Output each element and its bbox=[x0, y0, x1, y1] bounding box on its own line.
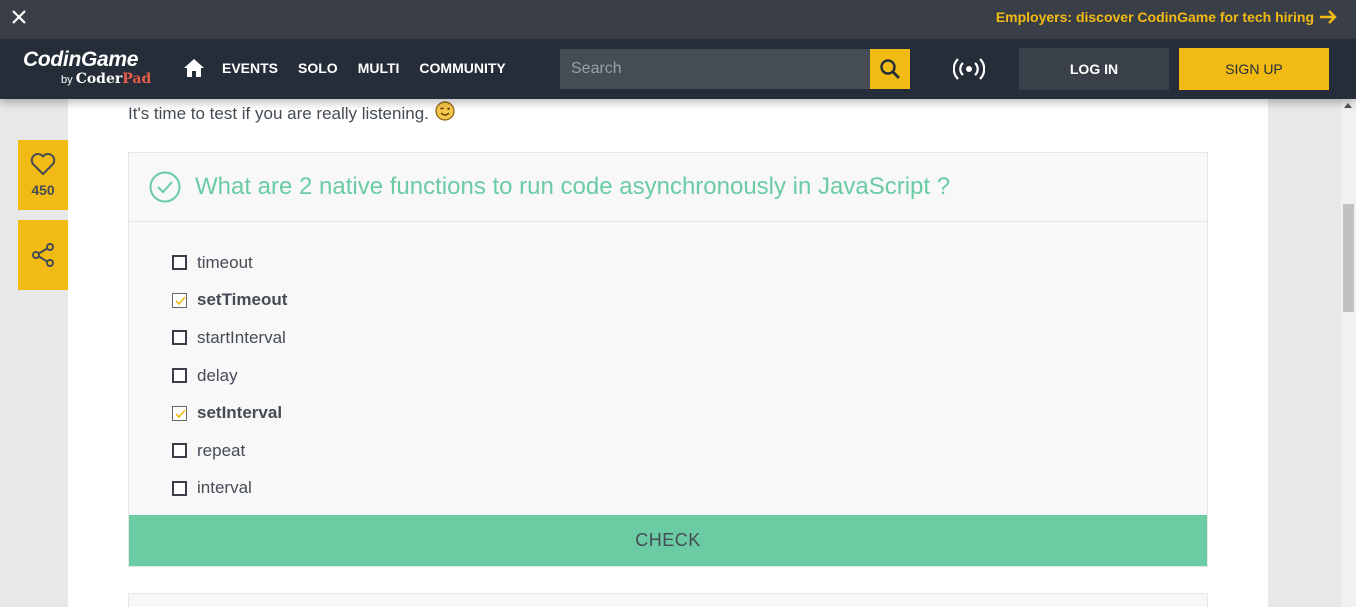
option-label: setInterval bbox=[197, 403, 283, 423]
option-repeat[interactable]: repeat bbox=[172, 432, 1207, 470]
close-icon[interactable] bbox=[8, 6, 30, 28]
check-circle-icon bbox=[149, 171, 181, 203]
employers-text[interactable]: Employers: discover CodinGame for tech h… bbox=[996, 9, 1314, 25]
option-label: delay bbox=[197, 365, 238, 385]
option-settimeout[interactable]: setTimeout bbox=[172, 282, 1207, 320]
heart-icon bbox=[30, 153, 56, 175]
logo-wordmark: CodinGame bbox=[23, 48, 139, 71]
like-count: 450 bbox=[31, 182, 55, 198]
checkmark-icon bbox=[175, 296, 186, 306]
broadcast-icon[interactable] bbox=[953, 58, 985, 80]
checkbox-checked[interactable] bbox=[172, 405, 187, 421]
option-timeout[interactable]: timeout bbox=[172, 244, 1207, 282]
quiz-card: What are 2 native functions to run code … bbox=[128, 152, 1208, 567]
employer-banner: Employers: discover CodinGame for tech h… bbox=[0, 0, 1356, 39]
page-scrollbar[interactable] bbox=[1341, 99, 1356, 607]
checkmark-icon bbox=[175, 409, 186, 418]
menu-solo[interactable]: SOLO bbox=[298, 60, 338, 76]
option-label: setTimeout bbox=[197, 290, 288, 310]
home-icon[interactable] bbox=[183, 58, 205, 78]
scroll-up-arrow-icon[interactable] bbox=[1344, 103, 1352, 108]
quiz-options: timeout setTimeout startInterval delay s… bbox=[129, 222, 1207, 507]
option-setinterval[interactable]: setInterval bbox=[172, 394, 1207, 432]
signup-button[interactable]: SIGN UP bbox=[1179, 48, 1329, 90]
check-button[interactable]: CHECK bbox=[129, 515, 1207, 566]
intro-text: It's time to test if you are really list… bbox=[128, 101, 455, 126]
checkbox[interactable] bbox=[172, 368, 187, 384]
menu-community[interactable]: COMMUNITY bbox=[419, 60, 505, 76]
codingame-logo[interactable]: CodinGame by CoderPad bbox=[23, 48, 163, 92]
checkbox[interactable] bbox=[172, 443, 187, 459]
option-startinterval[interactable]: startInterval bbox=[172, 319, 1207, 357]
option-label: timeout bbox=[197, 252, 253, 272]
option-delay[interactable]: delay bbox=[172, 357, 1207, 395]
like-button[interactable]: 450 bbox=[18, 140, 68, 210]
checkbox-checked[interactable] bbox=[172, 292, 187, 308]
checkbox[interactable] bbox=[172, 480, 187, 496]
checkbox[interactable] bbox=[172, 330, 187, 346]
employers-link[interactable]: Employers: discover CodinGame for tech h… bbox=[996, 9, 1338, 25]
option-label: interval bbox=[197, 478, 252, 498]
share-button[interactable] bbox=[18, 220, 68, 290]
option-label: repeat bbox=[197, 440, 246, 460]
next-quiz-card bbox=[128, 593, 1208, 607]
main-menu: EVENTS SOLO MULTI COMMUNITY bbox=[222, 60, 526, 76]
menu-multi[interactable]: MULTI bbox=[358, 60, 400, 76]
lesson-content: It's time to test if you are really list… bbox=[68, 99, 1268, 607]
arrow-right-icon bbox=[1320, 10, 1337, 24]
wink-emoji-icon bbox=[435, 101, 455, 126]
top-navbar: CodinGame by CoderPad EVENTS SOLO MULTI … bbox=[0, 39, 1356, 99]
checkbox[interactable] bbox=[172, 255, 187, 271]
menu-events[interactable]: EVENTS bbox=[222, 60, 278, 76]
search-icon bbox=[880, 59, 900, 79]
scrollbar-thumb[interactable] bbox=[1343, 204, 1354, 312]
option-interval[interactable]: interval bbox=[172, 470, 1207, 508]
quiz-question: What are 2 native functions to run code … bbox=[195, 173, 951, 200]
logo-byline: by CoderPad bbox=[61, 71, 152, 87]
login-button[interactable]: LOG IN bbox=[1019, 48, 1169, 90]
search-input[interactable] bbox=[560, 49, 870, 89]
intro-sentence: It's time to test if you are really list… bbox=[128, 103, 429, 123]
search-button[interactable] bbox=[870, 49, 910, 89]
option-label: startInterval bbox=[197, 327, 286, 347]
share-icon bbox=[32, 243, 54, 267]
quiz-header: What are 2 native functions to run code … bbox=[129, 153, 1207, 222]
